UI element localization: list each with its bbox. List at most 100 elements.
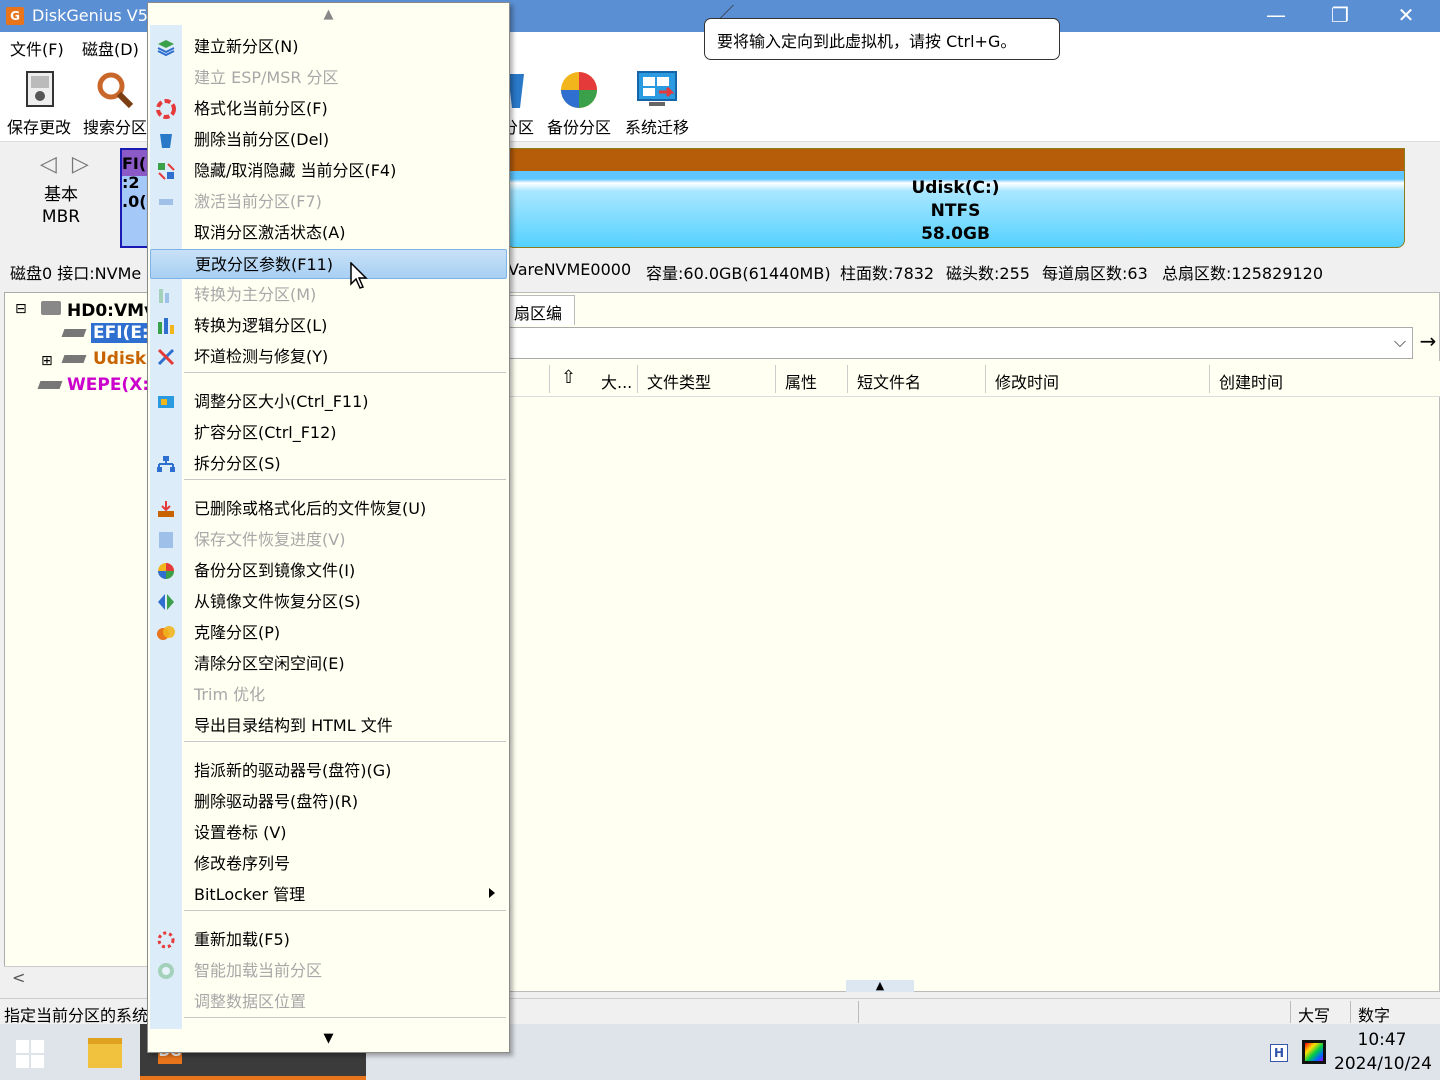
menu-item-20[interactable]: 清除分区空闲空间(E)	[150, 649, 507, 679]
col-header-modified[interactable]: 修改时间	[995, 369, 1059, 393]
menu-item-29: 智能加载当前分区	[150, 956, 507, 986]
col-header-file-type[interactable]: 文件类型	[647, 369, 711, 393]
menu-item-8[interactable]: 更改分区参数(F11)	[150, 249, 507, 279]
menu-scroll-down[interactable]: ▼	[148, 1031, 509, 1046]
minimize-button[interactable]: —	[1244, 0, 1308, 32]
disk-tree-panel: ⊟ HD0:VMv EFI(E: ⊞ Udisk WEPE(X:	[4, 292, 155, 990]
menu-item-18[interactable]: 从镜像文件恢复分区(S)	[150, 587, 507, 617]
ime-icon[interactable]: H	[1270, 1044, 1288, 1062]
menu-item-28[interactable]: 重新加载(F5)	[150, 925, 507, 955]
tree-node-efi[interactable]: EFI(E:	[91, 323, 151, 343]
menu-item-4[interactable]: 删除当前分区(Del)	[150, 125, 507, 155]
tree-expand-icon[interactable]: ⊞	[41, 353, 53, 369]
menu-item-label: 重新加载(F5)	[194, 930, 290, 949]
menu-item-24[interactable]: 删除驱动器号(盘符)(R)	[150, 787, 507, 817]
save-icon	[26, 71, 54, 107]
menu-item-9: 转换为主分区(M)	[150, 280, 507, 310]
tree-node-wepe[interactable]: WEPE(X:	[67, 375, 149, 395]
menu-item-22[interactable]: 导出目录结构到 HTML 文件	[150, 711, 507, 741]
menu-item-label: 导出目录结构到 HTML 文件	[194, 716, 393, 735]
efi-partition-block[interactable]: FI( :2 .0(	[120, 148, 150, 248]
backup-partition-button[interactable]: 备份分区	[542, 64, 616, 138]
menu-item-label: BitLocker 管理	[194, 885, 306, 904]
menu-item-26[interactable]: 修改卷序列号	[150, 849, 507, 879]
chevron-down-icon[interactable]: ⌵	[1394, 332, 1406, 352]
windows-start-icon[interactable]	[16, 1040, 46, 1070]
col-header-attributes[interactable]: 属性	[785, 369, 817, 393]
menu-item-25[interactable]: 设置卷标 (V)	[150, 818, 507, 848]
delete-icon	[160, 134, 172, 148]
tree-node-udisk[interactable]: Udisk	[93, 349, 146, 369]
file-explorer-icon[interactable]	[88, 1038, 122, 1068]
tab-sector-edit[interactable]: 扇区编辑	[507, 295, 575, 347]
system-migration-button[interactable]: 系统迁移	[620, 64, 694, 138]
menu-item-27[interactable]: BitLocker 管理	[150, 880, 507, 910]
menu-item-13[interactable]: 扩容分区(Ctrl_F12)	[150, 418, 507, 448]
save-changes-button[interactable]: 保存更改	[2, 64, 76, 138]
col-header-short-name[interactable]: 短文件名	[857, 369, 921, 393]
clone-icon	[157, 626, 175, 640]
search-partition-button[interactable]: 搜索分区	[78, 64, 152, 138]
disk-total-sectors: 总扇区数:125829120	[1162, 264, 1324, 283]
menu-item-label: 已删除或格式化后的文件恢复(U)	[194, 499, 427, 518]
system-clock[interactable]: 10:47 2024/10/24	[1334, 1028, 1432, 1076]
menu-item-12[interactable]: 调整分区大小(Ctrl_F11)	[150, 387, 507, 417]
menu-separator	[184, 910, 506, 911]
menu-item-label: 格式化当前分区(F)	[194, 99, 328, 118]
menu-item-10[interactable]: 转换为逻辑分区(L)	[150, 311, 507, 341]
menu-scroll-up[interactable]: ▲	[148, 7, 509, 22]
menu-item-7[interactable]: 取消分区激活状态(A)	[150, 218, 507, 248]
menu-separator	[184, 479, 506, 480]
go-arrow-button[interactable]: →	[1415, 329, 1440, 357]
tools-icon	[157, 348, 175, 366]
menu-item-label: 更改分区参数(F11)	[195, 255, 334, 274]
menu-item-11[interactable]: 坏道检测与修复(Y)	[150, 342, 507, 372]
menu-item-30: 调整数据区位置	[150, 987, 507, 1017]
menu-item-1[interactable]: 建立新分区(N)	[150, 32, 507, 62]
caps-lock-indicator: 大写	[1298, 1006, 1331, 1025]
col-header-created[interactable]: 创建时间	[1219, 369, 1283, 393]
menu-item-label: 删除驱动器号(盘符)(R)	[194, 792, 359, 811]
up-folder-icon[interactable]: ⇧	[561, 367, 576, 388]
menu-item-label: 转换为主分区(M)	[194, 285, 317, 304]
menu-item-15[interactable]: 已删除或格式化后的文件恢复(U)	[150, 494, 507, 524]
menu-item-label: 备份分区到镜像文件(I)	[194, 561, 356, 580]
tree-node-hd0[interactable]: HD0:VMv	[67, 301, 155, 321]
col-header-size[interactable]: 大...	[601, 369, 632, 393]
disk-model: VareNVME0000	[508, 260, 632, 279]
menu-item-label: 扩容分区(Ctrl_F12)	[194, 423, 337, 442]
path-dropdown[interactable]: ⌵	[507, 327, 1413, 359]
menu-item-14[interactable]: 拆分分区(S)	[150, 449, 507, 479]
menu-item-label: 智能加载当前分区	[194, 961, 323, 980]
disk-nav-arrows[interactable]: ◁ ▷	[40, 152, 93, 177]
tree-horizontal-scrollbar[interactable]: <	[4, 966, 154, 990]
color-tray-icon[interactable]	[1302, 1040, 1326, 1064]
partition-name: Udisk(C:)	[911, 178, 1000, 198]
partition-size: 58.0GB	[921, 224, 990, 244]
disk-cylinders: 柱面数:7832	[840, 264, 935, 283]
status-text: 指定当前分区的系统	[4, 1006, 149, 1025]
menu-item-label: 删除当前分区(Del)	[194, 130, 330, 149]
udisk-partition-block[interactable]: Udisk(C:) NTFS 58.0GB	[506, 148, 1405, 248]
menu-separator	[184, 741, 506, 742]
split-icon	[157, 456, 175, 472]
menu-item-label: 坏道检测与修复(Y)	[194, 347, 329, 366]
menu-item-label: 取消分区激活状态(A)	[194, 223, 346, 242]
convert-logical-icon	[158, 318, 174, 334]
menu-item-19[interactable]: 克隆分区(P)	[150, 618, 507, 648]
menu-file[interactable]: 文件(F)	[10, 36, 64, 60]
disk-capacity: 容量:60.0GB(61440MB)	[646, 264, 831, 283]
tree-collapse-icon[interactable]: ⊟	[15, 301, 27, 317]
menu-disk[interactable]: 磁盘(D)	[82, 36, 139, 60]
menu-item-17[interactable]: 备份分区到镜像文件(I)	[150, 556, 507, 586]
menu-item-23[interactable]: 指派新的驱动器号(盘符)(G)	[150, 756, 507, 786]
file-list-header: ⇧ 大... 文件类型 属性 短文件名 修改时间 创建时间	[507, 361, 1440, 397]
diskgenius-logo-icon: G	[6, 7, 24, 25]
menu-item-label: 激活当前分区(F7)	[194, 192, 322, 211]
partition-drive-icon	[61, 329, 87, 337]
close-button[interactable]: ✕	[1374, 0, 1438, 32]
splitter-handle[interactable]: ▲	[846, 980, 914, 992]
restore-button[interactable]: ❐	[1308, 0, 1372, 32]
menu-item-3[interactable]: 格式化当前分区(F)	[150, 94, 507, 124]
menu-item-5[interactable]: 隐藏/取消隐藏 当前分区(F4)	[150, 156, 507, 186]
